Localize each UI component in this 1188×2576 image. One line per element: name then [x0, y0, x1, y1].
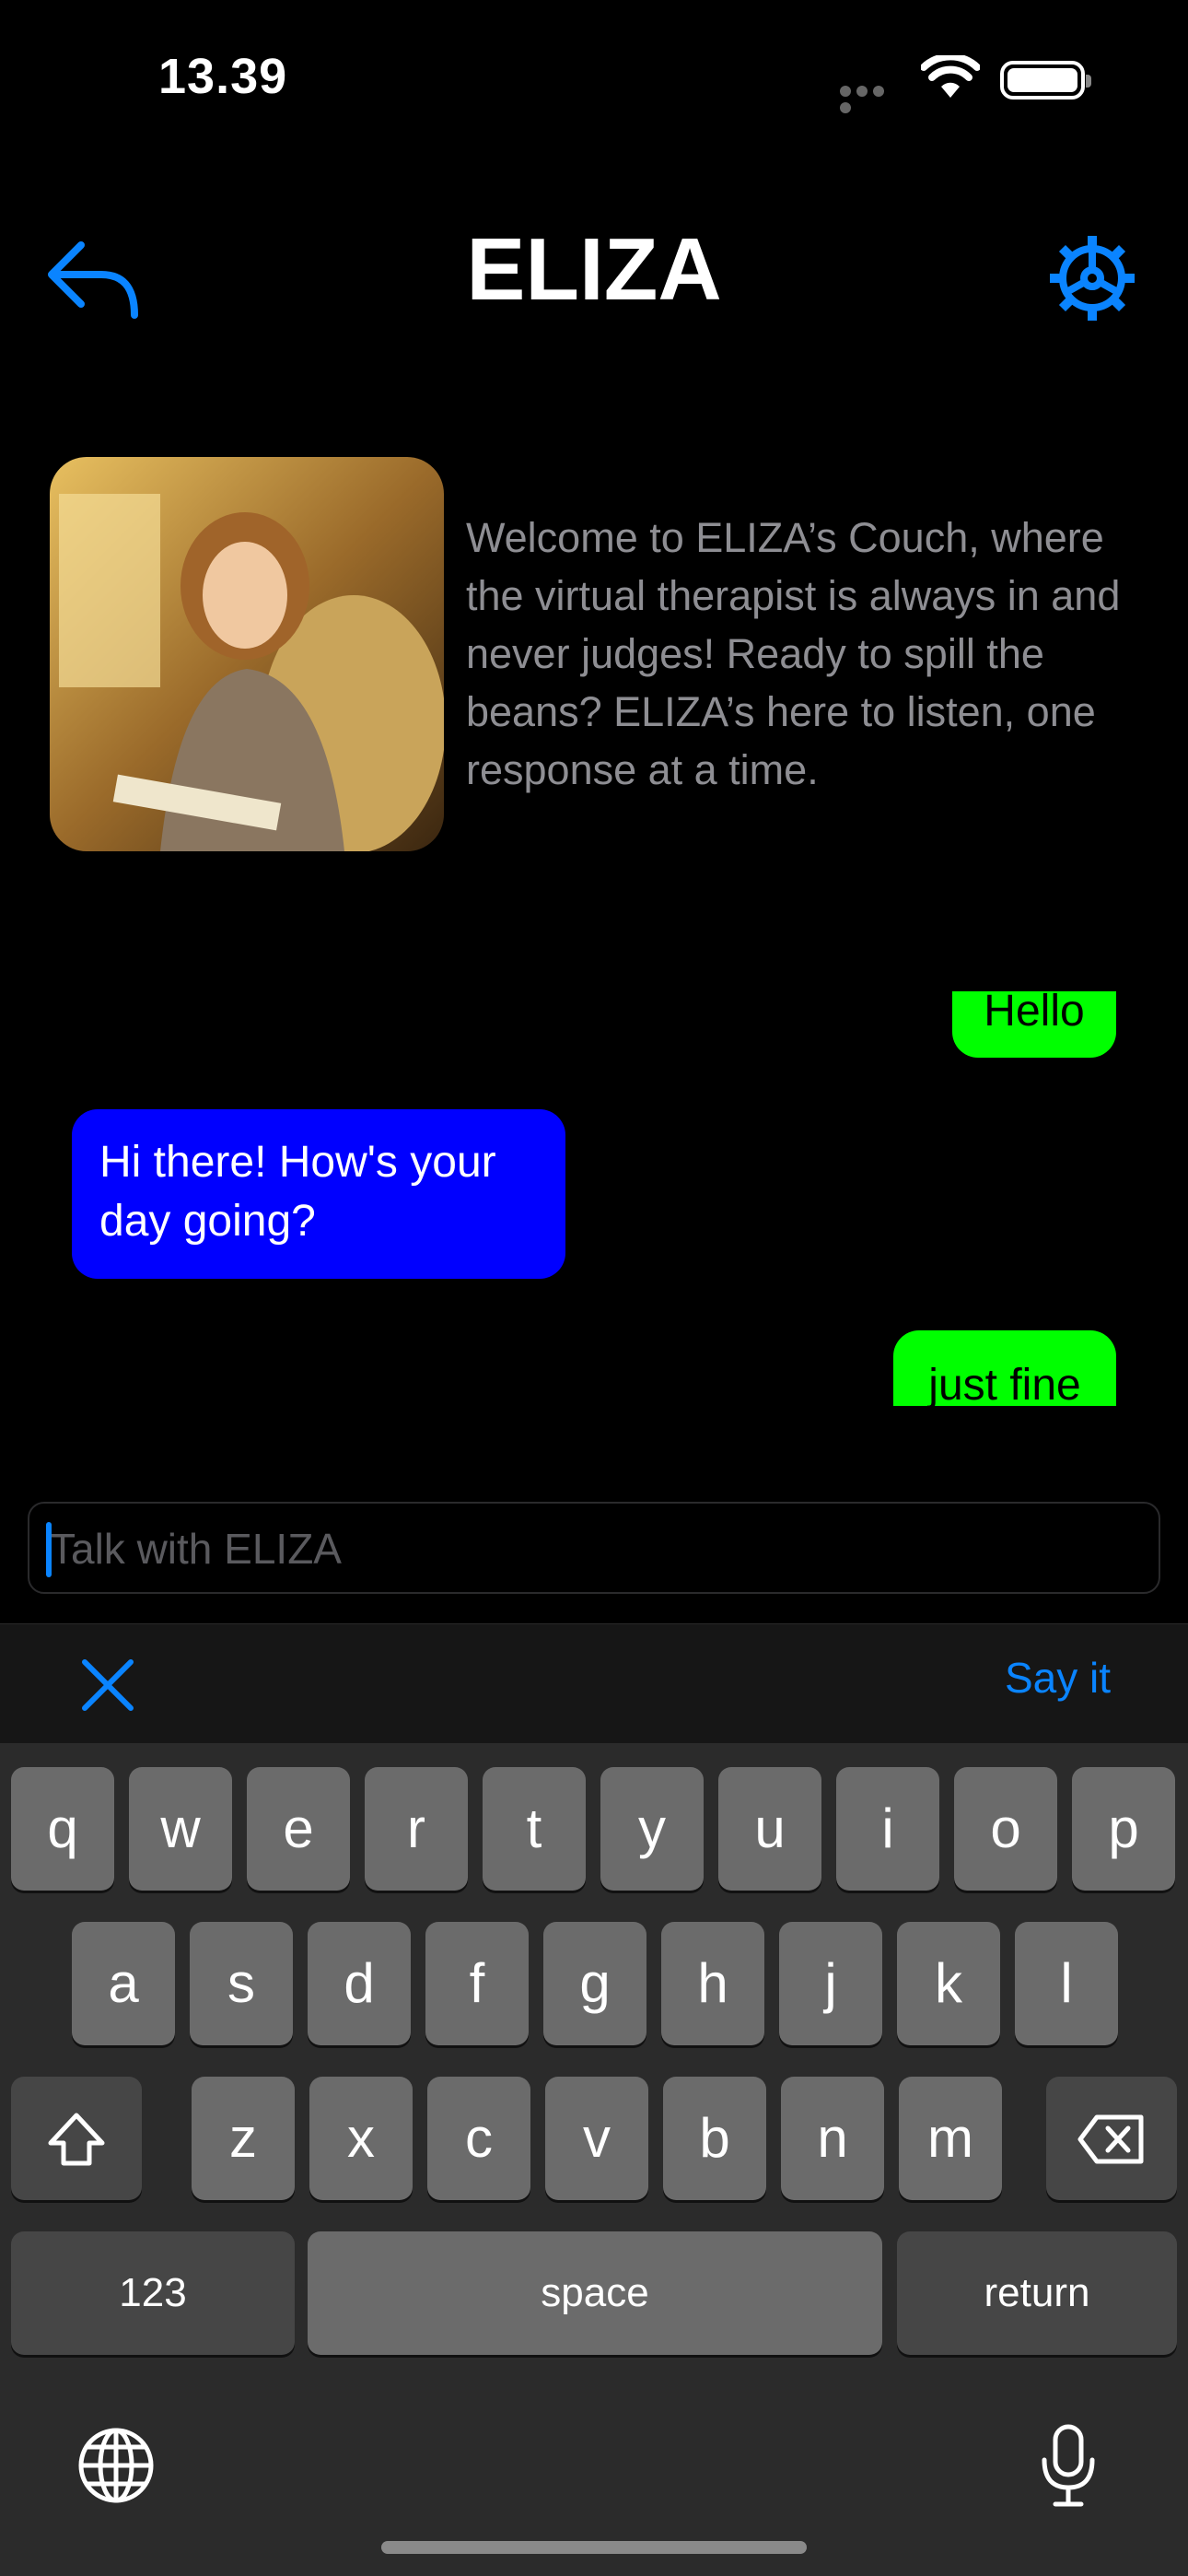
- user-message-bubble: just fine: [893, 1330, 1116, 1406]
- status-time: 13.39: [158, 49, 288, 104]
- key-d[interactable]: d: [308, 1922, 411, 2045]
- say-it-button[interactable]: Say it: [1005, 1653, 1111, 1703]
- shift-icon: [48, 2113, 105, 2166]
- return-key[interactable]: return: [897, 2231, 1177, 2355]
- key-y[interactable]: y: [600, 1767, 704, 1891]
- shift-key[interactable]: [11, 2077, 142, 2200]
- key-r[interactable]: r: [365, 1767, 468, 1891]
- key-k[interactable]: k: [897, 1922, 1000, 2045]
- key-l[interactable]: l: [1015, 1922, 1118, 2045]
- key-p[interactable]: p: [1072, 1767, 1175, 1891]
- bot-message-bubble: Hi there! How's your day going?: [72, 1109, 565, 1279]
- delete-key[interactable]: [1046, 2077, 1177, 2200]
- close-icon: [82, 1659, 134, 1711]
- key-n[interactable]: n: [781, 2077, 884, 2200]
- space-key[interactable]: space: [308, 2231, 882, 2355]
- key-j[interactable]: j: [779, 1922, 882, 2045]
- key-b[interactable]: b: [663, 2077, 766, 2200]
- key-o[interactable]: o: [954, 1767, 1057, 1891]
- key-x[interactable]: x: [309, 2077, 413, 2200]
- battery-icon: [1000, 61, 1091, 100]
- message-input[interactable]: [48, 1504, 1138, 1594]
- key-h[interactable]: h: [661, 1922, 764, 2045]
- microphone-icon[interactable]: [1039, 2423, 1098, 2512]
- message-input-container: [28, 1502, 1160, 1594]
- settings-button[interactable]: [1048, 234, 1136, 322]
- key-c[interactable]: c: [427, 2077, 530, 2200]
- numbers-key[interactable]: 123: [11, 2231, 295, 2355]
- cellular-signal-icon: [840, 85, 904, 113]
- gear-icon: [1050, 236, 1135, 321]
- wifi-icon: [920, 53, 981, 104]
- key-z[interactable]: z: [192, 2077, 295, 2200]
- text-cursor: [46, 1522, 52, 1577]
- key-s[interactable]: s: [190, 1922, 293, 2045]
- page-title: ELIZA: [466, 220, 722, 319]
- globe-icon[interactable]: [77, 2427, 155, 2509]
- key-i[interactable]: i: [836, 1767, 939, 1891]
- key-m[interactable]: m: [899, 2077, 1002, 2200]
- key-f[interactable]: f: [425, 1922, 529, 2045]
- user-message-bubble: Hello: [952, 991, 1116, 1058]
- key-q[interactable]: q: [11, 1767, 114, 1891]
- key-e[interactable]: e: [247, 1767, 350, 1891]
- key-t[interactable]: t: [483, 1767, 586, 1891]
- delete-icon: [1077, 2114, 1144, 2164]
- dismiss-button[interactable]: [77, 1655, 138, 1715]
- key-g[interactable]: g: [543, 1922, 646, 2045]
- home-indicator: [381, 2541, 807, 2554]
- chat-thread[interactable]: Hello Hi there! How's your day going? ju…: [0, 991, 1188, 1406]
- welcome-text: Welcome to ELIZA’s Couch, where the virt…: [466, 514, 1121, 793]
- key-a[interactable]: a: [72, 1922, 175, 2045]
- therapist-avatar: [50, 457, 444, 851]
- key-v[interactable]: v: [545, 2077, 648, 2200]
- key-w[interactable]: w: [129, 1767, 232, 1891]
- key-u[interactable]: u: [718, 1767, 821, 1891]
